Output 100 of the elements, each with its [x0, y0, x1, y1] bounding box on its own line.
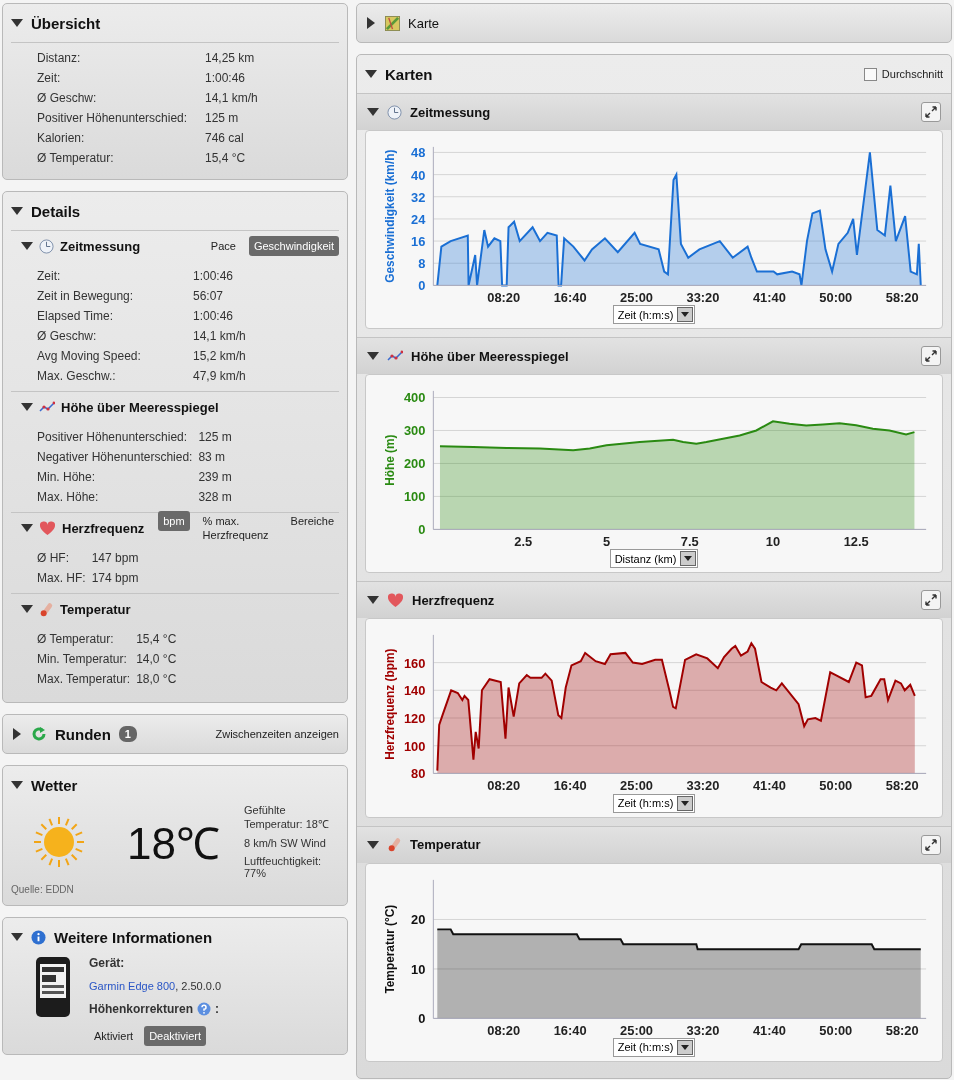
y-tick-label: 300 [403, 423, 426, 439]
toggle-option[interactable]: bpm [158, 511, 190, 531]
stat-value: 14,0 °C [136, 652, 178, 666]
device-label: Gerät: [89, 956, 126, 970]
caret-icon [681, 1044, 690, 1050]
stat-label: Min. Temperatur: [37, 652, 128, 666]
toggle-option[interactable]: Pace [205, 236, 241, 256]
stat-value: 47,9 km/h [193, 369, 247, 383]
x-tick-label: 16:40 [553, 290, 587, 306]
axis-select[interactable]: Zeit (h:m:s) [612, 793, 696, 813]
weather-detail: Luftfeuchtigkeit: 77% [243, 855, 322, 879]
collapse-triangle-icon[interactable] [365, 68, 377, 80]
expand-triangle-icon[interactable] [11, 728, 23, 740]
toggle-option[interactable]: % max. Herzfrequenz [197, 511, 278, 545]
chart-title: Herzfrequenz [412, 592, 495, 608]
collapse-triangle-icon[interactable] [11, 931, 23, 943]
section-title: Temperatur [60, 601, 131, 617]
stat-value: 56:07 [193, 289, 225, 303]
stat-value: 125 m [205, 111, 240, 125]
y-tick-label: 400 [403, 390, 426, 406]
x-tick-label: 2.5 [514, 534, 533, 550]
y-tick-label: 80 [411, 766, 426, 782]
x-tick-label: 41:40 [752, 778, 786, 794]
splits-link[interactable]: Zwischenzeiten anzeigen [215, 728, 339, 740]
temperature-value: 18℃ [127, 817, 220, 870]
collapse-triangle-icon[interactable] [21, 522, 33, 534]
axis-select[interactable]: Zeit (h:m:s) [612, 1037, 696, 1057]
average-checkbox[interactable] [863, 67, 877, 81]
stat-label: Zeit: [37, 71, 62, 85]
x-tick-label: 12.5 [843, 534, 869, 550]
panel-title: Karte [408, 15, 440, 31]
y-tick-label: 0 [418, 278, 426, 294]
y-tick-label: 120 [403, 711, 426, 727]
clock-icon [39, 238, 54, 254]
y-axis-title: Temperatur (°C) [382, 904, 397, 994]
caret-icon [684, 556, 693, 562]
heart-icon [39, 520, 56, 536]
stat-label: Zeit in Bewegung: [37, 289, 135, 303]
fullscreen-button[interactable] [921, 102, 941, 122]
x-tick-label: 5 [602, 534, 611, 550]
help-icon[interactable] [197, 1002, 212, 1016]
collapse-triangle-icon[interactable] [21, 603, 33, 615]
y-axis-title: Herzfrequenz (bpm) [382, 648, 397, 761]
x-tick-label: 25:00 [620, 1022, 653, 1038]
x-tick-label: 50:00 [819, 290, 853, 306]
axis-select[interactable]: Zeit (h:m:s) [612, 305, 696, 325]
collapse-triangle-icon[interactable] [367, 106, 379, 118]
y-tick-label: 16 [411, 234, 426, 250]
clock-icon [387, 104, 402, 120]
fullscreen-button[interactable] [921, 346, 941, 367]
y-axis-title: Geschwindigkeit (km/h) [382, 149, 397, 283]
collapse-triangle-icon[interactable] [11, 17, 23, 29]
stat-label: Ø Temperatur: [37, 151, 115, 165]
stat-value: 18,0 °C [136, 672, 178, 686]
x-tick-label: 58:20 [885, 1022, 919, 1038]
toggle-option[interactable]: Aktiviert [89, 1026, 139, 1046]
expand-triangle-icon[interactable] [365, 17, 377, 29]
collapse-triangle-icon[interactable] [11, 205, 23, 217]
y-tick-label: 160 [403, 655, 426, 671]
stat-label: Positiver Höhenunterschied: [37, 111, 189, 125]
y-tick-label: 10 [411, 961, 426, 977]
toggle-option[interactable]: Geschwindigkeit [248, 236, 339, 256]
collapse-triangle-icon[interactable] [11, 779, 23, 791]
caret-icon [681, 312, 690, 318]
fullscreen-button[interactable] [921, 590, 941, 611]
stat-value: 1:00:46 [193, 269, 235, 283]
stat-label: Negativer Höhenunterschied: [37, 450, 193, 464]
section-title: Höhe über Meeresspiegel [61, 399, 219, 415]
stat-value: 746 cal [205, 131, 245, 145]
toggle-option[interactable]: Deaktiviert [144, 1026, 207, 1046]
x-tick-label: 33:20 [686, 778, 720, 794]
y-tick-label: 20 [411, 912, 426, 927]
collapse-triangle-icon[interactable] [21, 401, 33, 413]
stat-value: 125 m [198, 430, 233, 444]
axis-select[interactable]: Distanz (km) [609, 549, 699, 569]
collapse-triangle-icon[interactable] [21, 240, 33, 252]
x-tick-label: 33:20 [686, 1022, 720, 1038]
stat-label: Zeit: [37, 269, 62, 283]
info-icon [31, 929, 46, 945]
fullscreen-button[interactable] [921, 834, 941, 855]
section-title: Herzfrequenz [62, 520, 145, 536]
stat-label: Kalorien: [37, 131, 86, 145]
count-badge: 1 [118, 726, 137, 742]
y-tick-label: 140 [403, 683, 426, 699]
x-tick-label: 7.5 [680, 534, 699, 550]
stat-label: Ø HF: [37, 551, 70, 565]
stat-label: Positiver Höhenunterschied: [37, 430, 189, 444]
section-title: Zeitmessung [60, 238, 141, 254]
collapse-triangle-icon[interactable] [367, 838, 379, 851]
weather-detail: Gefühlte Temperatur: 18℃ [243, 804, 330, 831]
y-tick-label: 100 [403, 739, 426, 755]
toggle-option[interactable]: Bereiche [285, 511, 339, 531]
checkbox-label: Durchschnitt [881, 68, 943, 80]
panel-title: Karten [385, 65, 433, 83]
stat-label: Min. Höhe: [37, 470, 97, 484]
x-tick-label: 08:20 [487, 778, 521, 794]
stat-value: 15,2 km/h [193, 349, 247, 363]
stat-label: Ø Geschw: [37, 329, 98, 343]
y-tick-label: 0 [418, 522, 426, 538]
x-tick-label: 25:00 [620, 290, 653, 306]
